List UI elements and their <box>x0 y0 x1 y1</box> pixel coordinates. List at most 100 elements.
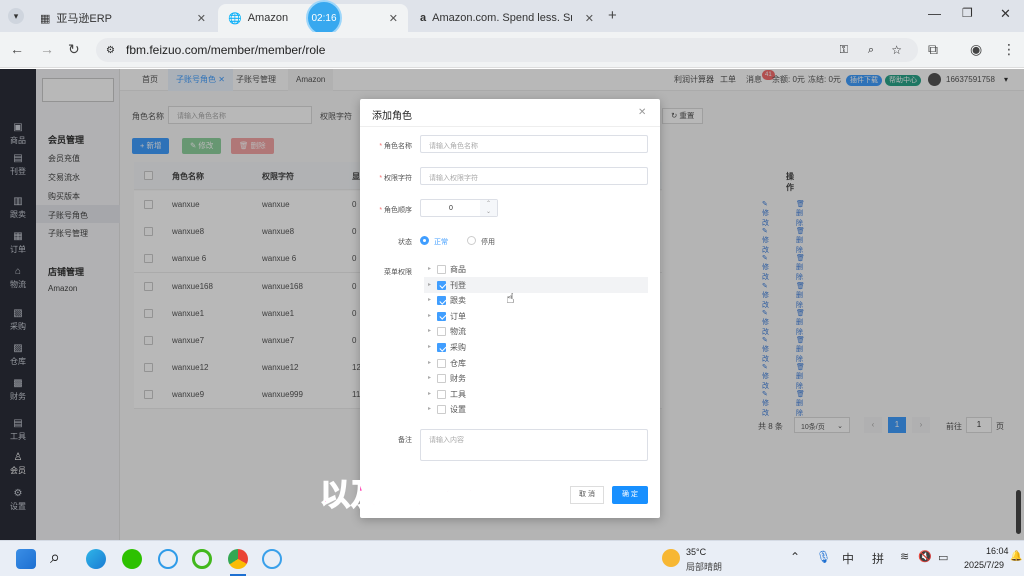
password-key-icon[interactable]: ⚿ <box>840 44 848 57</box>
expand-arrow-icon[interactable]: ▸ <box>428 405 431 412</box>
chrome-icon[interactable] <box>228 549 248 569</box>
stepper-down-icon[interactable]: ⌄ <box>480 208 497 216</box>
ime-chinese[interactable]: 中 <box>842 550 854 567</box>
menu-perm-node[interactable]: ▸ 仓库 <box>428 356 648 371</box>
menu-perm-label: 物流 <box>450 327 466 337</box>
close-window-button[interactable]: ✕ <box>1000 6 1011 22</box>
menu-perm-checkbox[interactable] <box>437 358 446 368</box>
zoom-icon[interactable]: ⌕ <box>868 44 874 57</box>
dialog-title-divider <box>360 126 660 127</box>
reload-icon[interactable]: ↻ <box>68 41 80 58</box>
menu-perm-checkbox[interactable] <box>437 280 446 290</box>
menu-perm-node[interactable]: ▸ 订单 <box>428 309 648 324</box>
site-info-icon[interactable]: ⚙ <box>106 45 115 56</box>
video-caption: 以及店铺分配 <box>319 477 506 514</box>
status-disabled-radio[interactable] <box>467 236 476 245</box>
search-icon[interactable]: ⌕ <box>50 547 60 568</box>
expand-arrow-icon[interactable]: ▸ <box>428 265 431 272</box>
back-icon[interactable]: ← <box>10 41 24 57</box>
role-name-input[interactable]: 请输入角色名称 <box>420 135 648 153</box>
menu-perm-node[interactable]: ▸ 采购 <box>428 340 648 355</box>
close-tab-icon[interactable]: ✕ <box>585 12 594 25</box>
globe-icon: 🌐 <box>228 12 242 25</box>
restore-button[interactable]: ❐ <box>962 6 973 20</box>
status-disabled-label[interactable]: 停用 <box>481 237 495 247</box>
status-label: 状态 <box>398 239 412 246</box>
status-normal-radio[interactable] <box>420 236 429 245</box>
weather-temp: 35°C <box>686 547 707 557</box>
expand-arrow-icon[interactable]: ▸ <box>428 374 431 381</box>
expand-arrow-icon[interactable]: ▸ <box>428 281 431 288</box>
mouse-cursor-icon: ☝ <box>506 290 515 306</box>
app-search-bubble-icon[interactable] <box>262 549 282 569</box>
menu-perm-checkbox[interactable] <box>437 374 446 384</box>
weather-desc: 局部晴朗 <box>686 562 723 572</box>
expand-arrow-icon[interactable]: ▸ <box>428 296 431 303</box>
menu-perm-node[interactable]: ▸ 工具 <box>428 387 648 402</box>
windows-start-icon[interactable] <box>16 549 36 569</box>
menu-perm-checkbox[interactable] <box>437 327 446 337</box>
add-role-dialog: 添加角色 ✕ * 角色名称 请输入角色名称 * 权限字符 请输入权限字符 * 角… <box>360 99 660 518</box>
expand-arrow-icon[interactable]: ▸ <box>428 343 431 350</box>
ie-icon[interactable] <box>192 549 212 569</box>
status-normal-label[interactable]: 正常 <box>434 237 448 247</box>
browser-tab-erp[interactable]: ▦ 亚马逊ERP ✕ <box>30 4 216 32</box>
app-snowflake-icon[interactable] <box>158 549 178 569</box>
stepper-up-icon[interactable]: ⌃ <box>480 200 497 208</box>
url-bar[interactable]: ⚙ fbm.feizuo.com/member/member/role ⚿ ⌕ … <box>96 38 918 62</box>
menu-perm-node[interactable]: ▸ 刊登 <box>428 278 648 293</box>
expand-arrow-icon[interactable]: ▸ <box>428 312 431 319</box>
menu-perm-node[interactable]: ▸ 设置 <box>428 402 648 417</box>
tab-list-dropdown[interactable]: ▾ <box>8 8 24 24</box>
browser-tab-amazon-com[interactable]: a Amazon.com. Spend less. Sm ✕ <box>410 4 604 32</box>
menu-perm-node[interactable]: ▸ 财务 <box>428 371 648 386</box>
remark-label: 备注 <box>398 437 412 444</box>
menu-perm-node[interactable]: ▸ 商品 <box>428 262 648 277</box>
erp-favicon-icon: ▦ <box>40 12 51 25</box>
windows-taskbar: ⌕ 35°C 局部晴朗 ⌃ 🎙 中 拼 ≋ 🔇 ▭ 16:04 2025/7/2… <box>0 540 1024 576</box>
menu-perm-label: 商品 <box>450 265 466 274</box>
menu-perm-node[interactable]: ▸ 跟卖 <box>428 293 648 308</box>
browser-tab-bar: ▾ ▦ 亚马逊ERP ✕ 🌐 Amazon ✕ a Amazon.com. Sp… <box>0 0 1024 32</box>
menu-perm-checkbox[interactable] <box>437 265 446 274</box>
expand-arrow-icon[interactable]: ▸ <box>428 327 431 334</box>
amazon-favicon-icon: a <box>420 12 427 24</box>
expand-arrow-icon[interactable]: ▸ <box>428 359 431 366</box>
close-icon[interactable]: ✕ <box>638 107 646 118</box>
bookmark-star-icon[interactable]: ☆ <box>891 43 902 57</box>
clock-date[interactable]: 2025/7/29 <box>964 560 1004 570</box>
battery-icon[interactable]: ▭ <box>938 551 948 564</box>
menu-perm-checkbox[interactable] <box>437 405 446 415</box>
menu-perm-checkbox[interactable] <box>437 311 446 321</box>
wifi-icon[interactable]: ≋ <box>900 550 909 563</box>
minimize-button[interactable]: — <box>928 6 941 21</box>
menu-perm-checkbox[interactable] <box>437 343 446 352</box>
clock-time[interactable]: 16:04 <box>986 546 1009 556</box>
order-label: * 角色顺序 <box>379 207 412 214</box>
close-tab-icon[interactable]: ✕ <box>197 12 206 25</box>
menu-perm-checkbox[interactable] <box>437 389 446 399</box>
profile-icon[interactable]: ◉ <box>970 41 982 58</box>
edge-icon[interactable] <box>86 549 106 569</box>
microphone-icon[interactable]: 🎙 <box>816 550 831 564</box>
close-tab-icon[interactable]: ✕ <box>389 12 398 25</box>
ime-pinyin[interactable]: 拼 <box>872 550 884 567</box>
notification-icon[interactable]: 🔔 <box>1010 551 1022 562</box>
scrollbar[interactable] <box>1016 490 1021 534</box>
forward-icon[interactable]: → <box>40 41 54 57</box>
new-tab-button[interactable]: + <box>608 7 617 24</box>
menu-perm-checkbox[interactable] <box>437 296 446 306</box>
chevron-up-icon[interactable]: ⌃ <box>790 550 800 564</box>
remark-textarea[interactable]: 请输入内容 <box>420 429 648 461</box>
extensions-icon[interactable]: ⧉ <box>928 41 938 58</box>
volume-mute-icon[interactable]: 🔇 <box>918 550 932 563</box>
expand-arrow-icon[interactable]: ▸ <box>428 390 431 397</box>
cancel-button[interactable]: 取 消 <box>570 486 604 504</box>
menu-perm-node[interactable]: ▸ 物流 <box>428 324 648 339</box>
menu-perm-label: 设置 <box>450 405 466 415</box>
wechat-icon[interactable] <box>122 549 142 569</box>
menu-kebab-icon[interactable]: ⋮ <box>1002 41 1016 58</box>
perm-input[interactable]: 请输入权限字符 <box>420 167 648 185</box>
confirm-button[interactable]: 确 定 <box>612 486 648 504</box>
menu-perm-label: 财务 <box>450 374 466 384</box>
